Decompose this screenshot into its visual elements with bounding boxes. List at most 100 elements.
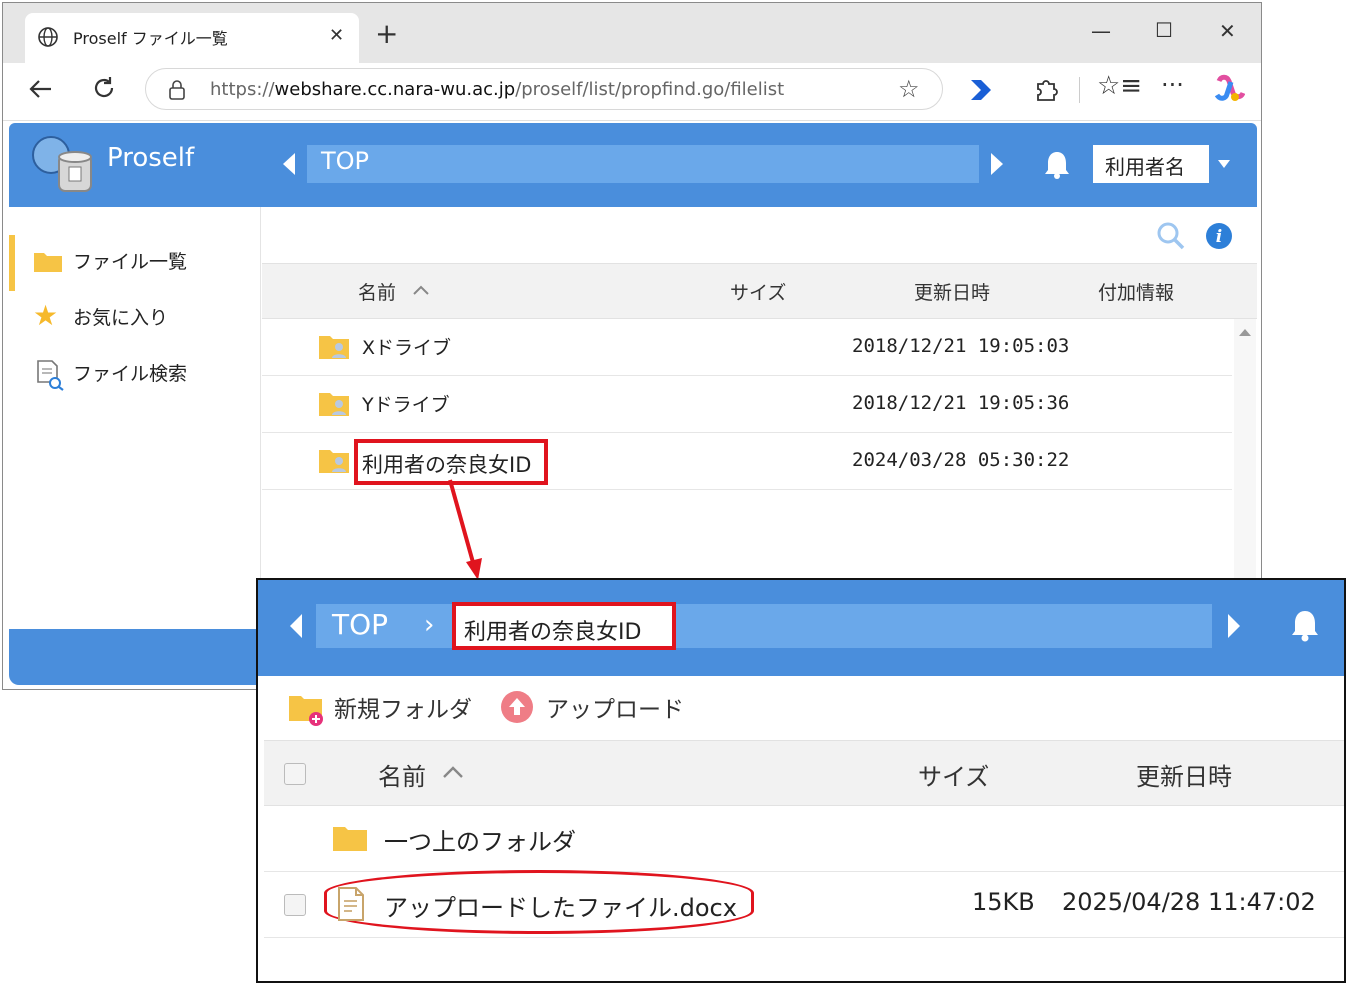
breadcrumb-top[interactable]: TOP: [321, 147, 369, 175]
breadcrumb-top[interactable]: TOP: [332, 608, 388, 641]
file-modified: 2018/12/21 19:05:03: [852, 335, 1070, 357]
sort-ascending-icon[interactable]: [442, 765, 464, 779]
sidebar-item-file-list[interactable]: ファイル一覧: [31, 247, 251, 277]
breadcrumb-prev-icon[interactable]: [288, 612, 304, 640]
star-icon: ★: [33, 299, 59, 332]
reload-icon[interactable]: [91, 75, 117, 101]
sidebar: ファイル一覧 ★ お気に入り ファイル検索: [9, 207, 261, 629]
upload-label: アップロード: [546, 697, 684, 723]
column-name-header[interactable]: 名前: [378, 757, 426, 792]
user-dropdown-icon[interactable]: [1217, 159, 1231, 169]
sidebar-item-favorites[interactable]: ★ お気に入り: [31, 299, 251, 333]
app-logo-text: Proself: [107, 143, 195, 173]
copilot-icon[interactable]: [1213, 73, 1245, 105]
connector-arrow: [448, 479, 482, 580]
file-modified: 2024/03/28 05:30:22: [852, 449, 1070, 471]
breadcrumb: TOP › 利用者の奈良女ID: [316, 602, 1212, 650]
back-arrow-icon[interactable]: [27, 77, 55, 101]
upload-button[interactable]: アップロード: [500, 688, 700, 728]
breadcrumb-next-icon[interactable]: [989, 151, 1005, 177]
column-extra-header[interactable]: 付加情報: [1098, 278, 1174, 305]
row-checkbox[interactable]: [284, 894, 306, 916]
file-name[interactable]: 利用者の奈良女ID: [362, 449, 531, 479]
favorites-icon[interactable]: ☆≡: [1097, 71, 1142, 101]
maximize-button[interactable]: ☐: [1155, 18, 1173, 42]
folder-icon: [333, 827, 367, 851]
table-header: 名前 サイズ 更新日時 付加情報: [262, 263, 1257, 319]
shared-folder-icon: [319, 393, 349, 416]
folder-icon: [34, 253, 62, 272]
minimize-button[interactable]: —: [1091, 19, 1111, 43]
file-modified: 2025/04/28 11:47:02: [1062, 888, 1316, 916]
lock-icon[interactable]: [168, 79, 186, 101]
user-name: 利用者名: [1105, 155, 1185, 179]
column-modified-header[interactable]: 更新日時: [914, 278, 990, 305]
shared-folder-icon: [319, 336, 349, 359]
new-folder-button[interactable]: 新規フォルダ: [288, 688, 478, 728]
toolbar-divider: [1079, 77, 1080, 103]
favorite-star-icon[interactable]: ☆: [898, 75, 920, 103]
file-name[interactable]: 一つ上のフォルダ: [384, 822, 576, 857]
shared-folder-icon: [319, 450, 349, 473]
breadcrumb: TOP: [307, 145, 979, 183]
sidebar-item-file-search[interactable]: ファイル検索: [31, 359, 251, 393]
info-icon[interactable]: i: [1204, 221, 1234, 251]
file-search-icon: [37, 360, 64, 391]
file-name[interactable]: Xドライブ: [362, 333, 451, 360]
breadcrumb-current-folder[interactable]: 利用者の奈良女ID: [464, 614, 641, 646]
globe-icon: [38, 27, 58, 47]
extensions-icon[interactable]: [1033, 75, 1059, 103]
power-automate-icon[interactable]: [967, 77, 997, 103]
app-header: Proself TOP 利用者名: [9, 123, 1257, 207]
tab-bar: Proself ファイル一覧 ✕ + — ☐ ✕: [3, 3, 1261, 63]
table-row[interactable]: アップロードしたファイル.docx 15KB 2025/04/28 11:47:…: [264, 870, 1344, 938]
sidebar-item-label: お気に入り: [73, 307, 169, 329]
file-modified: 2018/12/21 19:05:36: [852, 392, 1070, 414]
column-modified-header[interactable]: 更新日時: [1136, 757, 1232, 792]
sidebar-footer: [9, 629, 269, 685]
address-bar[interactable]: https://webshare.cc.nara-wu.ac.jp/prosel…: [145, 68, 943, 110]
bell-icon[interactable]: [1043, 149, 1071, 179]
proself-logo-icon: [32, 136, 92, 192]
table-row[interactable]: Xドライブ 2018/12/21 19:05:03: [262, 319, 1232, 376]
breadcrumb-next-icon[interactable]: [1226, 612, 1242, 640]
browser-tab[interactable]: Proself ファイル一覧 ✕: [25, 13, 359, 63]
tab-title: Proself ファイル一覧: [73, 29, 228, 48]
scroll-up-icon[interactable]: [1238, 327, 1252, 337]
more-options-icon[interactable]: ···: [1161, 71, 1184, 99]
column-name-header[interactable]: 名前: [358, 278, 396, 305]
file-name[interactable]: Yドライブ: [362, 390, 450, 417]
tab-close-icon[interactable]: ✕: [329, 25, 344, 46]
document-icon: [338, 887, 364, 921]
table-header: 名前 サイズ 更新日時: [264, 740, 1344, 806]
column-size-header[interactable]: サイズ: [730, 278, 786, 305]
sidebar-active-marker: [9, 235, 15, 291]
sort-ascending-icon[interactable]: [412, 284, 430, 296]
inset-header: TOP › 利用者の奈良女ID: [258, 580, 1344, 676]
new-tab-button[interactable]: +: [375, 17, 398, 50]
column-size-header[interactable]: サイズ: [918, 757, 989, 792]
new-folder-icon: [289, 696, 323, 726]
user-menu-button[interactable]: 利用者名: [1093, 145, 1209, 183]
table-row[interactable]: 利用者の奈良女ID 2024/03/28 05:30:22: [262, 433, 1232, 490]
sidebar-item-label: ファイル一覧: [73, 251, 188, 273]
breadcrumb-prev-icon[interactable]: [281, 151, 297, 177]
inset-toolbar: 新規フォルダ アップロード: [258, 676, 1344, 740]
address-toolbar: https://webshare.cc.nara-wu.ac.jp/prosel…: [3, 63, 1261, 121]
search-icon[interactable]: [1156, 221, 1186, 251]
table-row[interactable]: Yドライブ 2018/12/21 19:05:36: [262, 376, 1232, 433]
window-close-button[interactable]: ✕: [1219, 19, 1236, 43]
file-name[interactable]: アップロードしたファイル.docx: [384, 888, 737, 923]
highlight-box: 利用者の奈良女ID: [452, 602, 676, 650]
select-all-checkbox[interactable]: [284, 763, 306, 785]
url-text[interactable]: https://webshare.cc.nara-wu.ac.jp/prosel…: [210, 79, 784, 100]
bell-icon[interactable]: [1290, 608, 1320, 642]
svg-text:i: i: [1216, 227, 1222, 247]
upload-icon: [501, 691, 533, 723]
zoom-inset-panel: TOP › 利用者の奈良女ID 新規フォルダ アップロード 名前 サイズ 更新日…: [256, 578, 1346, 983]
new-folder-label: 新規フォルダ: [334, 697, 472, 723]
file-size: 15KB: [972, 888, 1035, 916]
sidebar-item-label: ファイル検索: [73, 363, 188, 385]
breadcrumb-separator-icon: ›: [424, 610, 435, 640]
table-row[interactable]: 一つ上のフォルダ: [264, 806, 1344, 872]
